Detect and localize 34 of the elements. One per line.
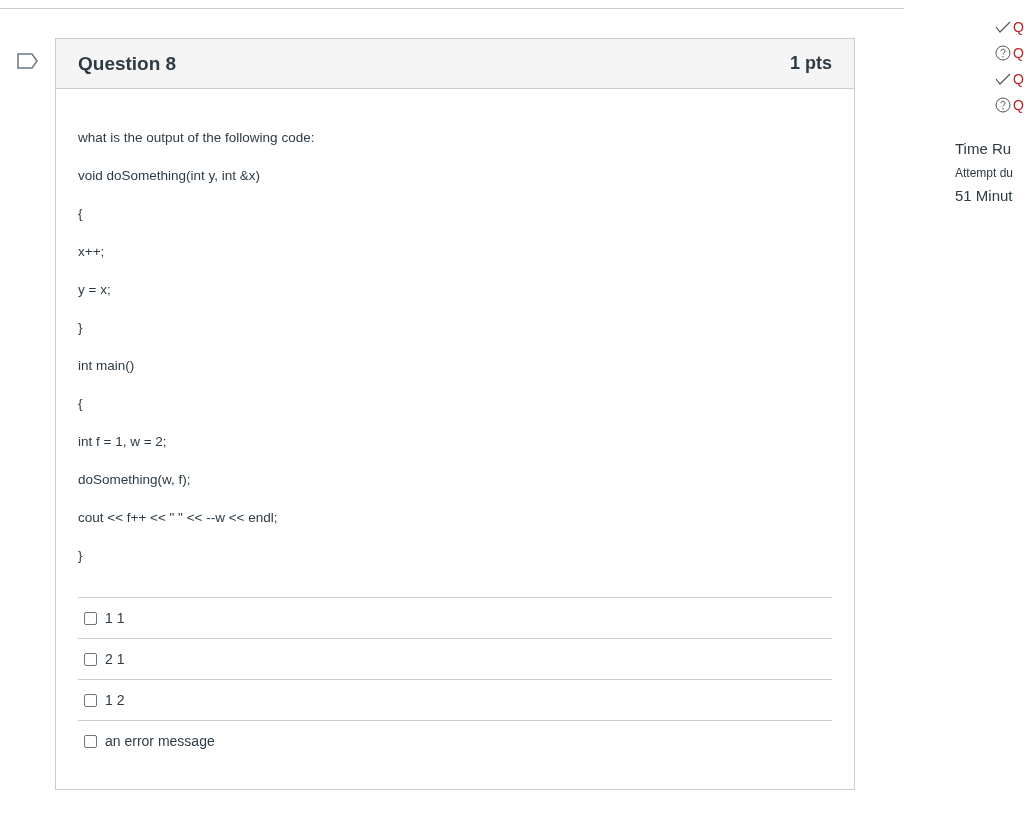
timer-title: Time Ru [955,140,1013,157]
code-line: } [78,547,84,564]
question-link[interactable]: Q [1013,71,1024,87]
check-icon [995,73,1012,85]
question-icon [995,97,1012,113]
checkbox[interactable] [84,734,97,748]
code-line: x++; [78,243,106,260]
question-icon [995,45,1012,61]
question-link[interactable]: Q [1013,97,1024,113]
code-line: doSomething(w, f); [78,471,192,488]
answer-label[interactable]: 1 1 [105,610,125,626]
code-line: y = x; [78,281,112,298]
answer-label[interactable]: 1 2 [105,692,125,708]
check-icon [995,21,1012,33]
question-link[interactable]: Q [1013,19,1024,35]
question-link[interactable]: Q [1013,45,1024,61]
checkbox[interactable] [84,652,97,666]
checkbox[interactable] [84,611,97,625]
checkbox[interactable] [84,693,97,707]
code-line: { [78,205,84,222]
code-line: { [78,395,84,412]
code-line: int f = 1, w = 2; [78,433,168,450]
code-line: cout << f++ << " " << --w << endl; [78,509,279,526]
code-line: void doSomething(int y, int &x) [78,167,262,184]
answer-label[interactable]: 2 1 [105,651,125,667]
code-line: int main() [78,357,136,374]
code-line: } [78,319,84,336]
question-prompt: what is the output of the following code: [78,129,316,146]
answer-label[interactable]: an error message [105,733,215,749]
timer-value: 51 Minut [955,187,1014,204]
points: 1 pts [790,53,832,74]
timer-note: Attempt du [955,166,1015,180]
question-title: Question 8 [78,52,177,75]
flag-icon[interactable] [16,53,39,69]
